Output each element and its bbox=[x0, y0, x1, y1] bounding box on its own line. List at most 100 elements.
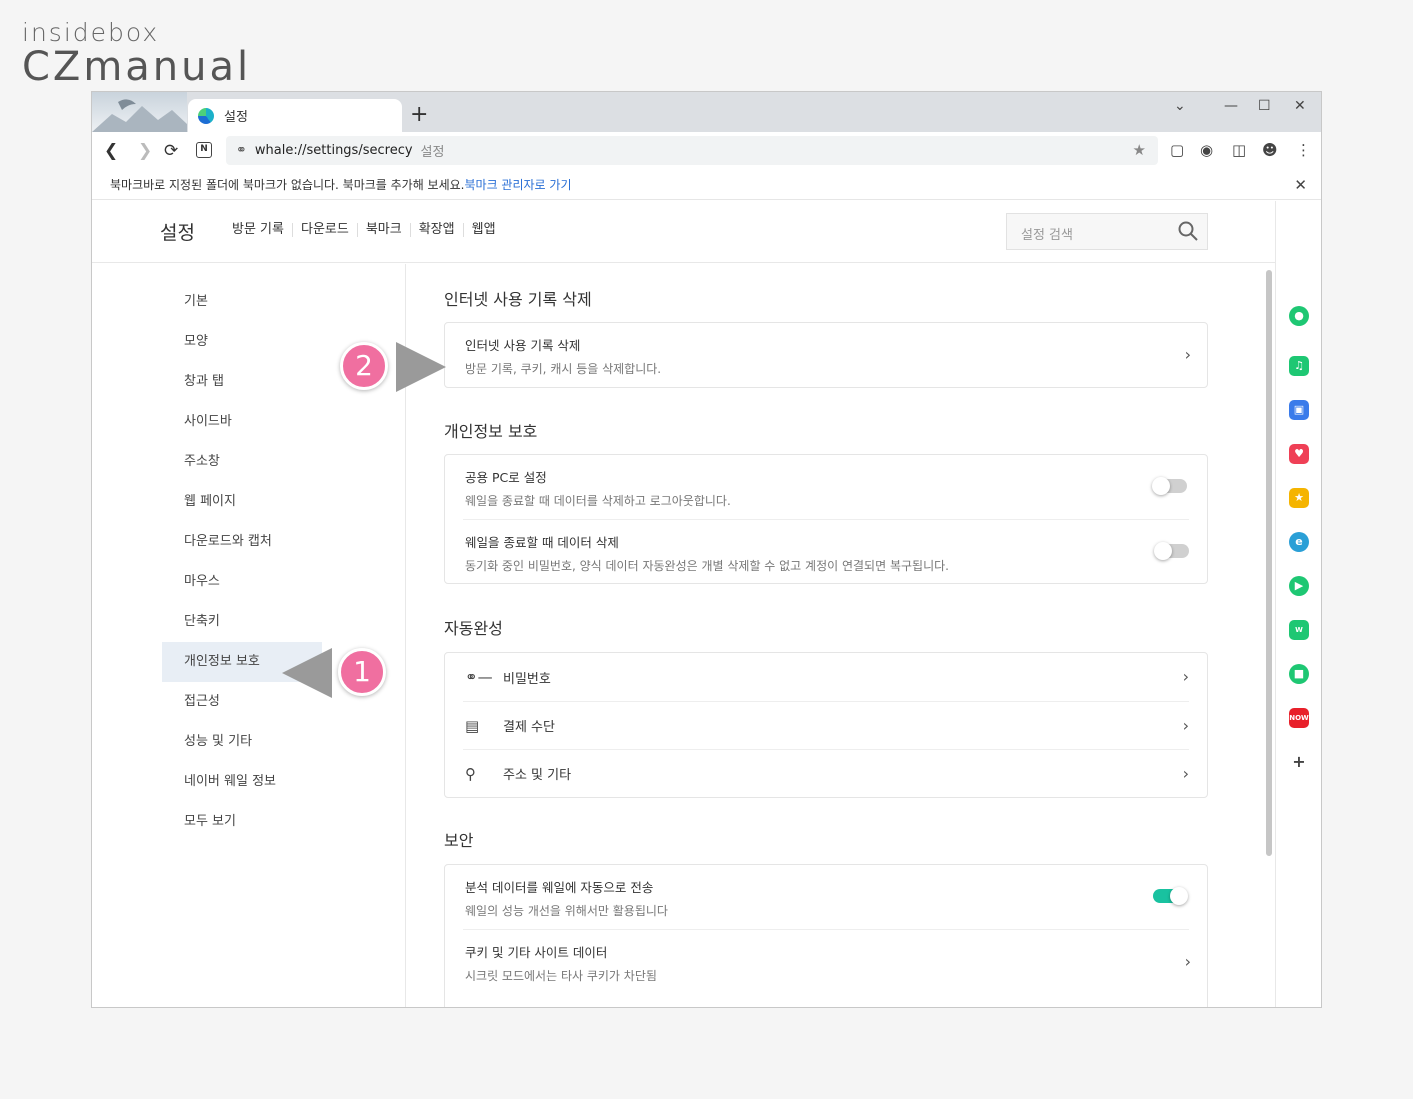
minimize-button[interactable]: — bbox=[1224, 98, 1238, 114]
public-pc-row: 공용 PC로 설정 웨일을 종료할 때 데이터를 삭제하고 로그아웃합니다. bbox=[445, 455, 1207, 519]
key-icon: ⚭— bbox=[465, 668, 493, 686]
public-pc-title: 공용 PC로 설정 bbox=[465, 470, 547, 485]
clear-on-exit-toggle[interactable] bbox=[1154, 542, 1189, 560]
capture-icon[interactable]: ◉ bbox=[1200, 141, 1213, 159]
reload-icon[interactable]: ⟳ bbox=[164, 141, 178, 161]
square-app-icon[interactable]: ■ bbox=[1289, 664, 1309, 684]
whale-shield-icon: ⚭ bbox=[236, 143, 247, 158]
add-app-icon[interactable]: + bbox=[1289, 752, 1309, 772]
chevron-right-icon: › bbox=[1184, 345, 1191, 364]
nav-extensions[interactable]: 확장앱 bbox=[411, 223, 464, 237]
page-title: 설정 bbox=[160, 222, 195, 244]
close-window-button[interactable]: ✕ bbox=[1294, 98, 1306, 114]
close-bookmark-bar-icon[interactable]: ✕ bbox=[1294, 176, 1307, 194]
browser-window: 설정 + ⌄ — ☐ ✕ ❮ ❯ ⟳ N ⚭ whale://settings/… bbox=[91, 91, 1322, 1008]
addresses-row[interactable]: ⚲ 주소 및 기타 › bbox=[463, 749, 1189, 797]
sidebar-item-downloads-capture[interactable]: 다운로드와 캡처 bbox=[162, 522, 322, 562]
new-tab-button[interactable]: + bbox=[410, 102, 428, 127]
public-pc-toggle[interactable] bbox=[1152, 477, 1187, 495]
sidebar-item-mouse[interactable]: 마우스 bbox=[162, 562, 322, 602]
settings-search-input[interactable]: 설정 검색 bbox=[1006, 213, 1208, 250]
whale-favicon-icon bbox=[198, 107, 214, 124]
clear-on-exit-row: 웨일을 종료할 때 데이터 삭제 동기화 중인 비밀번호, 양식 데이터 자동완… bbox=[463, 519, 1189, 583]
tab-settings[interactable]: 설정 bbox=[188, 99, 402, 132]
briefcase-app-icon[interactable]: ▣ bbox=[1289, 400, 1309, 420]
section-title-security: 보안 bbox=[444, 831, 474, 850]
sidebar-item-view-all[interactable]: 모두 보기 bbox=[162, 802, 322, 842]
menu-icon[interactable]: ⋮ bbox=[1296, 141, 1311, 159]
analytics-row: 분석 데이터를 웨일에 자동으로 전송 웨일의 성능 개선을 위해서만 활용됩니… bbox=[445, 865, 1207, 929]
passwords-row[interactable]: ⚭— 비밀번호 › bbox=[463, 653, 1189, 701]
chevron-right-icon: › bbox=[1182, 667, 1189, 686]
clear-history-row[interactable]: 인터넷 사용 기록 삭제 방문 기록, 쿠키, 캐시 등을 삭제합니다. › bbox=[445, 323, 1207, 387]
sidebar-item-performance[interactable]: 성능 및 기타 bbox=[162, 722, 322, 762]
profile-icon[interactable]: ☻ bbox=[1262, 141, 1278, 159]
green-circle-app-icon[interactable]: ● bbox=[1289, 306, 1309, 326]
bookmark-manager-link[interactable]: 북마크 관리자로 가기 bbox=[465, 176, 572, 193]
passwords-label: 비밀번호 bbox=[503, 671, 551, 687]
forward-icon[interactable]: ❯ bbox=[138, 141, 152, 161]
analytics-title: 분석 데이터를 웨일에 자동으로 전송 bbox=[465, 880, 654, 895]
sidebar-item-addressbar[interactable]: 주소창 bbox=[162, 442, 322, 482]
clear-history-desc: 방문 기록, 쿠키, 캐시 등을 삭제합니다. bbox=[465, 362, 662, 376]
tab-list-dropdown-icon[interactable]: ⌄ bbox=[1174, 98, 1186, 114]
nav-history[interactable]: 방문 기록 bbox=[224, 223, 293, 237]
whale-sidebar: ● ♫ ▣ ♥ ★ e ▶ W ■ NOW + ⇗ ⋯ bbox=[1275, 201, 1321, 1007]
public-pc-desc: 웨일을 종료할 때 데이터를 삭제하고 로그아웃합니다. bbox=[465, 494, 731, 508]
maximize-button[interactable]: ☐ bbox=[1258, 98, 1271, 114]
section-title-autofill: 자동완성 bbox=[444, 619, 503, 638]
sidebar-item-basic[interactable]: 기본 bbox=[162, 282, 322, 322]
search-icon[interactable] bbox=[1177, 220, 1199, 242]
section-title-privacy: 개인정보 보호 bbox=[444, 422, 538, 441]
bell-app-icon[interactable]: ♫ bbox=[1289, 356, 1309, 376]
cookies-title: 쿠키 및 기타 사이트 데이터 bbox=[465, 945, 608, 960]
webtoon-app-icon[interactable]: W bbox=[1289, 620, 1309, 640]
search-placeholder: 설정 검색 bbox=[1021, 228, 1073, 243]
sidebar-item-about[interactable]: 네이버 웨일 정보 bbox=[162, 762, 322, 802]
clear-on-exit-title: 웨일을 종료할 때 데이터 삭제 bbox=[465, 535, 619, 550]
clear-on-exit-desc: 동기화 중인 비밀번호, 양식 데이터 자동완성은 개별 삭제할 수 없고 계정… bbox=[465, 559, 949, 573]
naver-home-icon[interactable]: N bbox=[196, 142, 212, 158]
payment-methods-row[interactable]: ▤ 결제 수단 › bbox=[463, 701, 1189, 749]
tab-title: 설정 bbox=[224, 110, 248, 125]
split-view-icon[interactable]: ◫ bbox=[1232, 141, 1246, 159]
translate-app-icon[interactable]: e bbox=[1289, 532, 1309, 552]
location-pin-icon: ⚲ bbox=[465, 764, 476, 783]
logo-line-1: insidebox bbox=[22, 18, 160, 47]
chevron-right-icon: › bbox=[1182, 764, 1189, 783]
analytics-desc: 웨일의 성능 개선을 위해서만 활용됩니다 bbox=[465, 904, 668, 918]
annotation-arrow-1 bbox=[282, 648, 332, 698]
analytics-toggle[interactable] bbox=[1153, 887, 1188, 905]
privacy-card: 공용 PC로 설정 웨일을 종료할 때 데이터를 삭제하고 로그아웃합니다. 웨… bbox=[444, 454, 1208, 584]
sidebar-item-webpage[interactable]: 웹 페이지 bbox=[162, 482, 322, 522]
chevron-right-icon: › bbox=[1182, 716, 1189, 735]
play-app-icon[interactable]: ▶ bbox=[1289, 576, 1309, 596]
cookies-row[interactable]: 쿠키 및 기타 사이트 데이터 시크릿 모드에서는 타사 쿠키가 차단됨 › bbox=[463, 929, 1191, 993]
pocket-app-icon[interactable]: ♥ bbox=[1289, 444, 1309, 464]
section-title-history: 인터넷 사용 기록 삭제 bbox=[444, 290, 592, 309]
address-page-title: 설정 bbox=[420, 145, 445, 160]
settings-content: 인터넷 사용 기록 삭제 인터넷 사용 기록 삭제 방문 기록, 쿠키, 캐시 … bbox=[407, 264, 1275, 1007]
content-scrollbar[interactable] bbox=[1266, 270, 1272, 856]
sidebar-item-windows-tabs[interactable]: 창과 탭 bbox=[162, 362, 322, 402]
now-app-icon[interactable]: NOW bbox=[1289, 708, 1309, 728]
credit-card-icon: ▤ bbox=[465, 716, 480, 735]
sidebar-item-appearance[interactable]: 모양 bbox=[162, 322, 322, 362]
back-icon[interactable]: ❮ bbox=[104, 141, 118, 161]
sidebar-item-shortcuts[interactable]: 단축키 bbox=[162, 602, 322, 642]
nav-bookmarks[interactable]: 북마크 bbox=[358, 223, 411, 237]
screen-capture-icon[interactable]: ▢ bbox=[1170, 141, 1184, 159]
bookmark-star-icon[interactable]: ★ bbox=[1133, 141, 1146, 159]
tab-bar: 설정 + ⌄ — ☐ ✕ bbox=[92, 92, 1321, 132]
header-nav: 방문 기록 다운로드 북마크 확장앱 웹앱 bbox=[224, 223, 504, 237]
tab-bar-artwork bbox=[92, 92, 187, 132]
toolbar: ❮ ❯ ⟳ N ⚭ whale://settings/secrecy 설정 ★ … bbox=[92, 132, 1321, 170]
settings-header: 설정 방문 기록 다운로드 북마크 확장앱 웹앱 설정 검색 bbox=[92, 201, 1275, 263]
annotation-badge-2: 2 bbox=[340, 342, 388, 390]
nav-webapps[interactable]: 웹앱 bbox=[464, 223, 504, 237]
sidebar-item-sidebar[interactable]: 사이드바 bbox=[162, 402, 322, 442]
address-bar[interactable]: ⚭ whale://settings/secrecy 설정 ★ bbox=[226, 136, 1158, 165]
bookmark-bar: 북마크바로 지정된 폴더에 북마크가 없습니다. 북마크를 추가해 보세요. 북… bbox=[92, 170, 1321, 200]
nav-downloads[interactable]: 다운로드 bbox=[293, 223, 358, 237]
star-app-icon[interactable]: ★ bbox=[1289, 488, 1309, 508]
